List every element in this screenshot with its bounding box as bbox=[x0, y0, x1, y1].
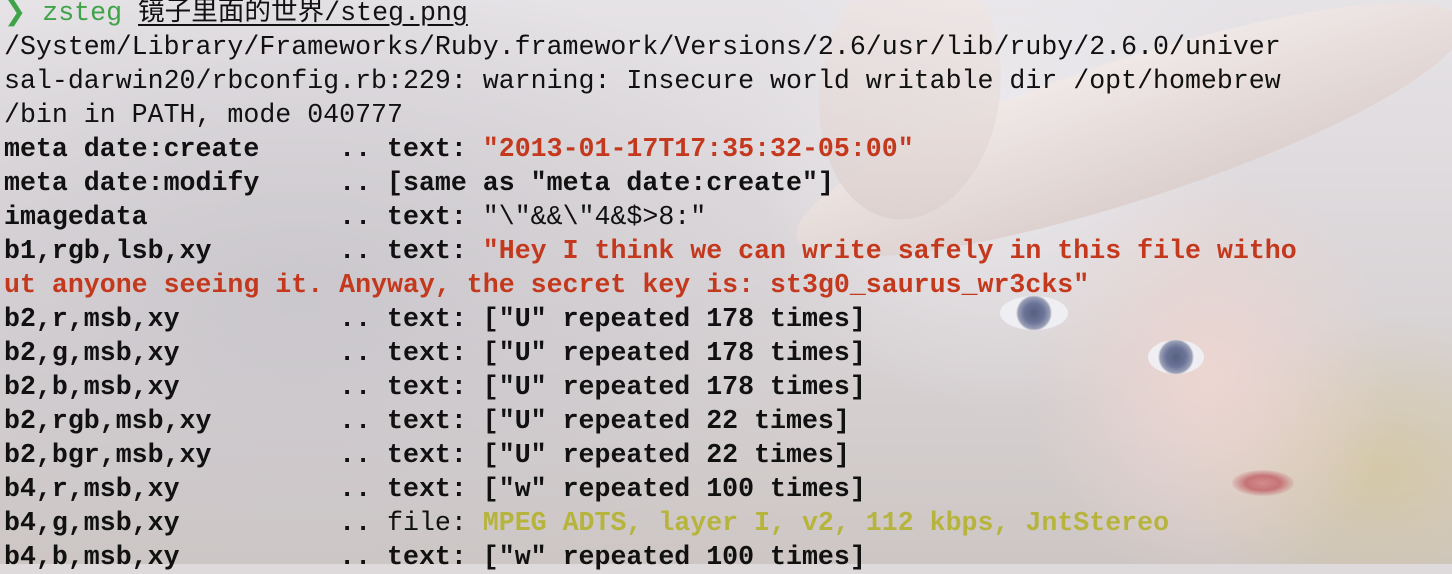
result-value: ["U" repeated 178 times] bbox=[482, 372, 866, 402]
result-line: meta date:modify .. [same as "meta date:… bbox=[4, 166, 1297, 200]
result-value: ["U" repeated 178 times] bbox=[482, 304, 866, 334]
result-value: ["U" repeated 178 times] bbox=[482, 338, 866, 368]
command-name: zsteg bbox=[42, 0, 123, 28]
result-key: meta date:modify bbox=[4, 168, 324, 198]
prompt-line: ❯ zsteg 镜子里面的世界/steg.png bbox=[4, 0, 1297, 30]
result-line: b2,bgr,msb,xy .. text: ["U" repeated 22 … bbox=[4, 438, 1297, 472]
result-key: meta date:create bbox=[4, 134, 324, 164]
result-kind: text: bbox=[387, 304, 483, 334]
warning-line: sal-darwin20/rbconfig.rb:229: warning: I… bbox=[4, 66, 1281, 96]
result-kind: text: bbox=[387, 440, 483, 470]
result-value: [same as "meta date:create"] bbox=[387, 168, 834, 198]
result-value: ["U" repeated 22 times] bbox=[482, 440, 850, 470]
result-kind: text: bbox=[387, 406, 483, 436]
result-separator: .. bbox=[323, 406, 388, 436]
warning-line: /System/Library/Frameworks/Ruby.framewor… bbox=[4, 32, 1281, 62]
result-separator: .. bbox=[323, 202, 388, 232]
result-key: b4,g,msb,xy bbox=[4, 508, 324, 538]
result-key: b4,b,msb,xy bbox=[4, 542, 324, 572]
result-key: b2,bgr,msb,xy bbox=[4, 440, 324, 470]
result-value: "Hey I think we can write safely in this… bbox=[482, 236, 1297, 266]
result-kind: text: bbox=[387, 236, 483, 266]
result-separator: .. bbox=[323, 372, 388, 402]
result-separator: .. bbox=[323, 542, 388, 572]
result-value: "2013-01-17T17:35:32-05:00" bbox=[482, 134, 914, 164]
result-separator: .. bbox=[323, 440, 388, 470]
prompt-symbol: ❯ bbox=[4, 0, 27, 28]
result-line: b4,b,msb,xy .. text: ["w" repeated 100 t… bbox=[4, 540, 1297, 574]
result-line-continuation: ut anyone seeing it. Anyway, the secret … bbox=[4, 268, 1297, 302]
result-kind: text: bbox=[387, 372, 483, 402]
result-value: ut anyone seeing it. Anyway, the secret … bbox=[4, 270, 1090, 300]
result-line: meta date:create .. text: "2013-01-17T17… bbox=[4, 132, 1297, 166]
result-line: b2,r,msb,xy .. text: ["U" repeated 178 t… bbox=[4, 302, 1297, 336]
result-kind: text: bbox=[387, 474, 483, 504]
result-key: b4,r,msb,xy bbox=[4, 474, 324, 504]
result-separator: .. bbox=[323, 508, 388, 538]
terminal-output: ❯ zsteg 镜子里面的世界/steg.png/System/Library/… bbox=[4, 0, 1297, 574]
result-line: b1,rgb,lsb,xy .. text: "Hey I think we c… bbox=[4, 234, 1297, 268]
result-line: b4,g,msb,xy .. file: MPEG ADTS, layer I,… bbox=[4, 506, 1297, 540]
result-separator: .. bbox=[323, 304, 388, 334]
result-line: b2,b,msb,xy .. text: ["U" repeated 178 t… bbox=[4, 370, 1297, 404]
result-value: "\"&&\"4&$>8:" bbox=[482, 202, 707, 232]
result-key: b1,rgb,lsb,xy bbox=[4, 236, 324, 266]
result-separator: .. bbox=[323, 474, 388, 504]
result-kind: text: bbox=[387, 542, 483, 572]
warning-line: /bin in PATH, mode 040777 bbox=[4, 100, 403, 130]
result-key: b2,g,msb,xy bbox=[4, 338, 324, 368]
result-key: b2,r,msb,xy bbox=[4, 304, 324, 334]
command-argument: 镜子里面的世界/steg.png bbox=[138, 0, 468, 28]
result-kind: file: bbox=[387, 508, 483, 538]
result-key: b2,rgb,msb,xy bbox=[4, 406, 324, 436]
result-value: ["w" repeated 100 times] bbox=[482, 474, 866, 504]
result-separator: .. bbox=[323, 338, 388, 368]
result-key: b2,b,msb,xy bbox=[4, 372, 324, 402]
result-line: b4,r,msb,xy .. text: ["w" repeated 100 t… bbox=[4, 472, 1297, 506]
result-value: MPEG ADTS, layer I, v2, 112 kbps, JntSte… bbox=[482, 508, 1170, 538]
result-kind: text: bbox=[387, 202, 483, 232]
result-line: b2,rgb,msb,xy .. text: ["U" repeated 22 … bbox=[4, 404, 1297, 438]
result-kind: text: bbox=[387, 338, 483, 368]
result-value: ["U" repeated 22 times] bbox=[482, 406, 850, 436]
result-kind: text: bbox=[387, 134, 483, 164]
result-line: b2,g,msb,xy .. text: ["U" repeated 178 t… bbox=[4, 336, 1297, 370]
result-separator: .. bbox=[323, 134, 388, 164]
result-value: ["w" repeated 100 times] bbox=[482, 542, 866, 572]
result-separator: .. bbox=[323, 168, 388, 198]
result-key: imagedata bbox=[4, 202, 324, 232]
result-separator: .. bbox=[323, 236, 388, 266]
result-line: imagedata .. text: "\"&&\"4&$>8:" bbox=[4, 200, 1297, 234]
